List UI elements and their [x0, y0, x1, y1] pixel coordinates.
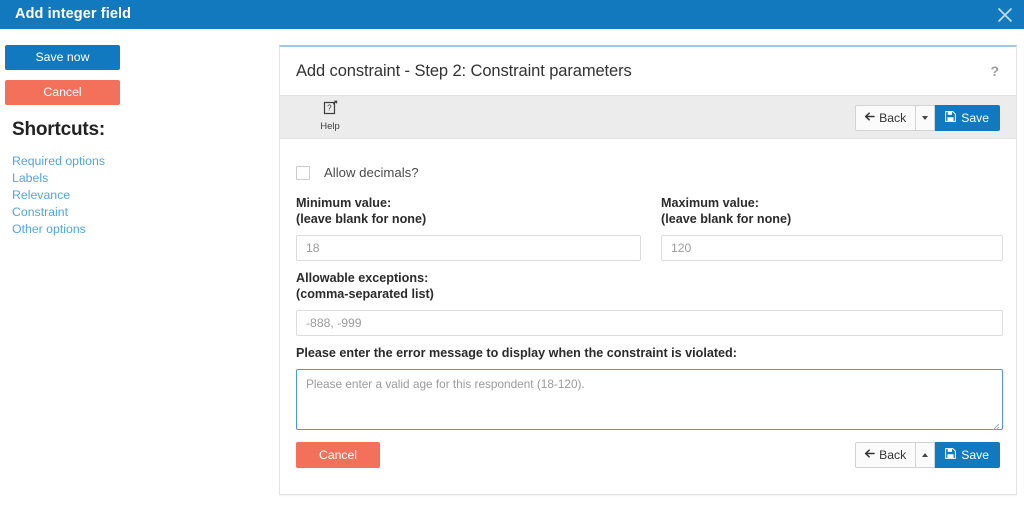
arrow-left-icon	[864, 111, 875, 125]
minimum-value-input[interactable]	[296, 235, 641, 261]
sidebar-item-relevance[interactable]: Relevance	[12, 188, 70, 202]
help-square-icon: ?	[308, 100, 352, 120]
window-title: Add integer field	[15, 6, 131, 22]
maximum-value-input[interactable]	[661, 235, 1003, 261]
error-message-label: Please enter the error message to displa…	[296, 345, 1003, 361]
save-button[interactable]: Save	[935, 105, 1000, 131]
toolbar-button-group: Back Save	[855, 105, 1000, 131]
maximum-value-field: Maximum value: (leave blank for none)	[661, 195, 1003, 261]
save-button-label: Save	[961, 111, 989, 125]
chevron-down-icon	[922, 116, 928, 120]
allowable-exceptions-field: Allowable exceptions: (comma-separated l…	[296, 270, 1003, 336]
sidebar: Save now Cancel Shortcuts: Required opti…	[0, 29, 270, 506]
floppy-disk-icon	[945, 111, 956, 125]
back-button-label: Back	[879, 111, 906, 125]
back-button[interactable]: Back	[855, 105, 916, 131]
maximum-value-label-line2: (leave blank for none)	[661, 211, 1003, 227]
help-button-label: Help	[308, 121, 352, 132]
cancel-button[interactable]: Cancel	[5, 80, 120, 105]
error-message-field: Please enter the error message to displa…	[296, 345, 1003, 430]
close-icon[interactable]	[994, 4, 1016, 26]
error-message-textarea[interactable]	[296, 369, 1003, 430]
arrow-left-icon	[864, 448, 875, 462]
svg-text:?: ?	[327, 104, 332, 113]
minimum-value-label-line1: Minimum value:	[296, 195, 641, 211]
minimum-value-label-line2: (leave blank for none)	[296, 211, 641, 227]
help-question-icon[interactable]: ?	[990, 63, 999, 79]
constraint-panel: Add constraint - Step 2: Constraint para…	[279, 45, 1017, 495]
window-titlebar: Add integer field	[0, 0, 1024, 29]
sidebar-item-required-options[interactable]: Required options	[12, 154, 105, 168]
chevron-up-icon	[922, 453, 928, 457]
panel-toolbar: ? Help Back	[280, 95, 1016, 139]
sidebar-item-constraint[interactable]: Constraint	[12, 205, 68, 219]
toolbar-dropdown-toggle[interactable]	[916, 105, 935, 131]
floppy-disk-icon	[945, 448, 956, 462]
shortcuts-heading: Shortcuts:	[12, 119, 105, 141]
footer-dropdown-toggle[interactable]	[916, 442, 935, 468]
save-now-button[interactable]: Save now	[5, 45, 120, 70]
allow-decimals-checkbox[interactable]	[296, 166, 310, 180]
sidebar-item-labels[interactable]: Labels	[12, 171, 48, 185]
allow-decimals-row: Allow decimals?	[296, 165, 419, 180]
footer-button-group: Back Save	[855, 442, 1000, 468]
footer-cancel-button[interactable]: Cancel	[296, 442, 380, 468]
footer-save-button[interactable]: Save	[935, 442, 1000, 468]
footer-back-button-label: Back	[879, 448, 906, 462]
help-button[interactable]: ? Help	[308, 100, 352, 132]
panel-title: Add constraint - Step 2: Constraint para…	[296, 62, 632, 81]
allow-decimals-label: Allow decimals?	[324, 165, 419, 180]
allowable-exceptions-label-line1: Allowable exceptions:	[296, 270, 1003, 286]
minimum-value-field: Minimum value: (leave blank for none)	[296, 195, 641, 261]
footer-save-button-label: Save	[961, 448, 989, 462]
allowable-exceptions-label-line2: (comma-separated list)	[296, 286, 1003, 302]
maximum-value-label-line1: Maximum value:	[661, 195, 1003, 211]
allowable-exceptions-input[interactable]	[296, 310, 1003, 336]
footer-back-button[interactable]: Back	[855, 442, 916, 468]
sidebar-item-other-options[interactable]: Other options	[12, 222, 86, 236]
